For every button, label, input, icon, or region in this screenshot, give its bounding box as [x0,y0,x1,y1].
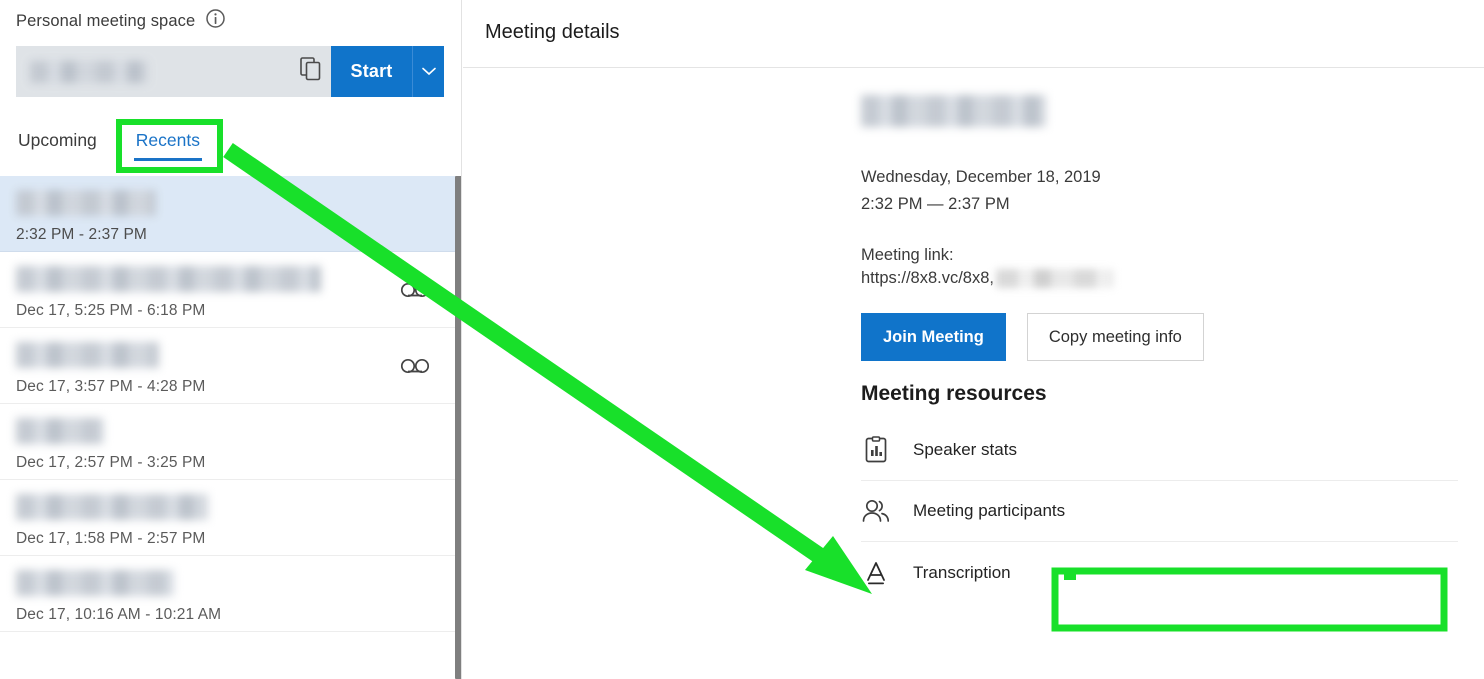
recording-icon[interactable] [400,358,430,379]
resource-row-meeting-participants[interactable]: Meeting participants [861,481,1458,542]
tab-recents-label: Recents [135,130,200,150]
redacted-meeting-title [16,342,159,368]
redacted-room-name [30,60,148,83]
meeting-action-buttons: Join Meeting Copy meeting info [861,313,1421,361]
resource-label-speaker-stats: Speaker stats [913,440,1017,459]
meeting-datetime: Wednesday, December 18, 2019 2:32 PM — 2… [861,164,1421,218]
tab-upcoming[interactable]: Upcoming [16,126,99,161]
sidebar-scrollbar[interactable] [455,176,461,679]
meeting-date-text: Wednesday, December 18, 2019 [861,168,1101,186]
meetings-sidebar: Personal meeting space Start Upcoming Re… [0,0,462,679]
page-title: Meeting details [485,21,620,43]
personal-meeting-space-label: Personal meeting space [16,11,196,30]
tab-upcoming-label: Upcoming [18,130,97,150]
meeting-time: Dec 17, 3:57 PM - 4:28 PM [16,378,206,395]
redacted-meeting-title [16,190,156,216]
meeting-time: 2:32 PM - 2:37 PM [16,226,147,243]
start-options-button[interactable] [412,46,444,97]
personal-room-link-field[interactable] [16,46,291,97]
meeting-list-item[interactable]: Dec 17, 1:58 PM - 2:57 PM [0,480,461,556]
meeting-time-text: 2:32 PM — 2:37 PM [861,195,1010,213]
participants-icon [861,497,891,525]
list-bottom-spacer [0,632,461,679]
personal-meeting-space-header: Personal meeting space [16,8,226,34]
redacted-meeting-title [16,494,208,520]
detail-header: Meeting details [463,0,1484,68]
meeting-list-item[interactable]: Dec 17, 5:25 PM - 6:18 PM [0,252,461,328]
speaker-stats-icon [861,436,891,464]
chevron-down-icon [421,63,436,81]
redacted-meeting-name [861,95,1046,127]
meeting-link-label: Meeting link: [861,246,954,264]
meeting-list-item[interactable]: 2:32 PM - 2:37 PM [0,176,461,252]
detail-body: Wednesday, December 18, 2019 2:32 PM — 2… [861,95,1458,603]
personal-room-link-row: Start [16,46,444,97]
app-root: Personal meeting space Start Upcoming Re… [0,0,1484,679]
meeting-details-panel: Meeting details Wednesday, December 18, … [463,0,1484,679]
meeting-list-tabs: Upcoming Recents [0,126,461,172]
meeting-time: Dec 17, 2:57 PM - 3:25 PM [16,454,206,471]
copy-icon [300,57,322,86]
start-button-label: Start [350,61,393,81]
meeting-resources-list: Speaker stats Meeting participants Trans… [861,420,1458,603]
meeting-time: Dec 17, 10:16 AM - 10:21 AM [16,606,222,623]
meeting-list-item[interactable]: Dec 17, 10:16 AM - 10:21 AM [0,556,461,632]
meeting-time: Dec 17, 5:25 PM - 6:18 PM [16,302,206,319]
meeting-link-prefix: https://8x8.vc/8x8, [861,269,994,287]
copy-meeting-info-label: Copy meeting info [1048,327,1182,346]
meeting-resources-title: Meeting resources [861,382,1047,405]
copy-link-button[interactable] [291,46,331,97]
copy-meeting-info-button[interactable]: Copy meeting info [1026,313,1204,361]
transcription-icon [861,559,891,587]
resource-row-transcription[interactable]: Transcription [861,542,1458,603]
redacted-meeting-title [16,418,104,444]
resource-row-speaker-stats[interactable]: Speaker stats [861,420,1458,481]
redacted-meeting-link-suffix [995,269,1113,288]
redacted-meeting-title [16,570,174,596]
meeting-list-item[interactable]: Dec 17, 2:57 PM - 3:25 PM [0,404,461,480]
meeting-list-item[interactable]: Dec 17, 3:57 PM - 4:28 PM [0,328,461,404]
meeting-link-value[interactable]: https://8x8.vc/8x8, [861,269,1421,288]
join-meeting-label: Join Meeting [883,327,984,346]
resource-label-transcription: Transcription [913,562,1011,582]
meeting-time: Dec 17, 1:58 PM - 2:57 PM [16,530,206,547]
redacted-meeting-title [16,266,321,292]
info-icon[interactable] [205,8,226,34]
resource-label-meeting-participants: Meeting participants [913,501,1066,520]
tab-recents[interactable]: Recents [133,126,203,161]
start-button[interactable]: Start [331,46,412,97]
join-meeting-button[interactable]: Join Meeting [861,313,1006,361]
recording-icon[interactable] [400,282,430,303]
recent-meetings-list[interactable]: 2:32 PM - 2:37 PM Dec 17, 5:25 PM - 6:18 … [0,176,461,679]
